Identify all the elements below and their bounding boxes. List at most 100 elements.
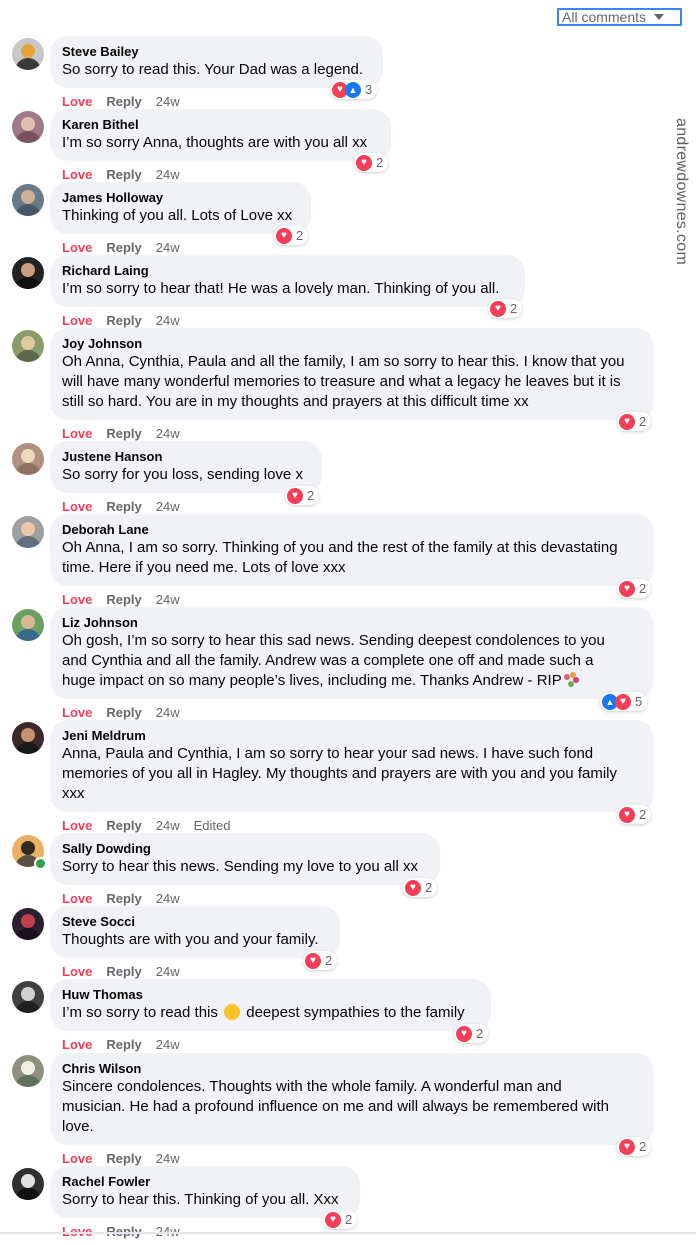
reaction-summary[interactable]: ♥ 2 bbox=[617, 412, 652, 431]
reaction-summary[interactable]: ♥ ▲ 3 bbox=[330, 80, 378, 99]
reaction-summary[interactable]: ♥ 2 bbox=[454, 1024, 489, 1043]
reaction-summary[interactable]: ♥ 2 bbox=[323, 1210, 358, 1229]
love-button[interactable]: Love bbox=[62, 313, 92, 328]
comment-actions: Love Reply 24w bbox=[62, 313, 194, 328]
timestamp[interactable]: 24w bbox=[156, 705, 180, 720]
avatar[interactable] bbox=[12, 722, 44, 754]
reply-button[interactable]: Reply bbox=[106, 1037, 141, 1052]
avatar[interactable] bbox=[12, 330, 44, 362]
timestamp[interactable]: 24w bbox=[156, 240, 180, 255]
love-button[interactable]: Love bbox=[62, 240, 92, 255]
comment-text-line: and Cynthia and all the family. Andrew w… bbox=[62, 652, 594, 669]
love-reaction-icon: ♥ bbox=[276, 227, 292, 244]
reply-button[interactable]: Reply bbox=[106, 964, 141, 979]
reply-button[interactable]: Reply bbox=[106, 313, 141, 328]
commenter-name[interactable]: James Holloway bbox=[62, 189, 299, 206]
love-button[interactable]: Love bbox=[62, 705, 92, 720]
reaction-summary[interactable]: ▲ ♥ 5 bbox=[600, 692, 648, 711]
timestamp[interactable]: 24w bbox=[156, 818, 180, 833]
avatar[interactable] bbox=[12, 257, 44, 289]
reaction-count: 2 bbox=[425, 880, 433, 895]
avatar-head bbox=[21, 449, 35, 463]
reaction-summary[interactable]: ♥ 2 bbox=[403, 878, 438, 897]
love-reaction-icon: ♥ bbox=[619, 413, 635, 430]
avatar[interactable] bbox=[12, 516, 44, 548]
comment: Sally Dowding Sorry to hear this news. Se… bbox=[0, 833, 660, 913]
reply-button[interactable]: Reply bbox=[106, 891, 141, 906]
timestamp[interactable]: 24w bbox=[156, 1151, 180, 1166]
commenter-name[interactable]: Deborah Lane bbox=[62, 521, 642, 538]
love-button[interactable]: Love bbox=[62, 426, 92, 441]
reaction-summary[interactable]: ♥ 2 bbox=[354, 153, 389, 172]
commenter-name[interactable]: Huw Thomas bbox=[62, 986, 479, 1003]
reply-button[interactable]: Reply bbox=[106, 705, 141, 720]
avatar[interactable] bbox=[12, 111, 44, 143]
comment-text-line: I’m so sorry to hear that! He was a love… bbox=[62, 280, 500, 297]
love-button[interactable]: Love bbox=[62, 891, 92, 906]
timestamp[interactable]: 24w bbox=[156, 167, 180, 182]
timestamp[interactable]: 24w bbox=[156, 1037, 180, 1052]
all-comments-filter[interactable]: All comments bbox=[557, 8, 682, 26]
avatar[interactable] bbox=[12, 443, 44, 475]
comment-actions: Love Reply 24w bbox=[62, 1037, 194, 1052]
reply-button[interactable]: Reply bbox=[106, 592, 141, 607]
avatar[interactable] bbox=[12, 1055, 44, 1087]
reaction-count: 2 bbox=[510, 301, 518, 316]
timestamp[interactable]: 24w bbox=[156, 94, 180, 109]
love-reaction-icon: ♥ bbox=[305, 952, 321, 969]
avatar[interactable] bbox=[12, 1168, 44, 1200]
love-button[interactable]: Love bbox=[62, 499, 92, 514]
love-button[interactable]: Love bbox=[62, 818, 92, 833]
commenter-name[interactable]: Joy Johnson bbox=[62, 335, 642, 352]
avatar[interactable] bbox=[12, 38, 44, 70]
timestamp[interactable]: 24w bbox=[156, 426, 180, 441]
love-button[interactable]: Love bbox=[62, 1151, 92, 1166]
comment-text-line: will have many wonderful memories to tre… bbox=[62, 373, 621, 390]
timestamp[interactable]: 24w bbox=[156, 964, 180, 979]
reply-button[interactable]: Reply bbox=[106, 499, 141, 514]
avatar[interactable] bbox=[12, 609, 44, 641]
commenter-name[interactable]: Steve Bailey bbox=[62, 43, 371, 60]
timestamp[interactable]: 24w bbox=[156, 313, 180, 328]
reaction-summary[interactable]: ♥ 2 bbox=[617, 805, 652, 824]
reaction-count: 2 bbox=[639, 581, 647, 596]
comment: Rachel Fowler Sorry to hear this. Thinkin… bbox=[0, 1166, 660, 1246]
love-button[interactable]: Love bbox=[62, 1037, 92, 1052]
commenter-name[interactable]: Steve Socci bbox=[62, 913, 328, 930]
divider bbox=[0, 1232, 696, 1234]
reaction-summary[interactable]: ♥ 2 bbox=[488, 299, 523, 318]
reaction-summary[interactable]: ♥ 2 bbox=[285, 486, 320, 505]
love-reaction-icon: ♥ bbox=[405, 879, 421, 896]
reply-button[interactable]: Reply bbox=[106, 240, 141, 255]
reaction-summary[interactable]: ♥ 2 bbox=[303, 951, 338, 970]
commenter-name[interactable]: Rachel Fowler bbox=[62, 1173, 348, 1190]
comment-text-after: deepest sympathies to the family bbox=[246, 1004, 465, 1021]
love-button[interactable]: Love bbox=[62, 94, 92, 109]
reply-button[interactable]: Reply bbox=[106, 818, 141, 833]
love-button[interactable]: Love bbox=[62, 592, 92, 607]
reply-button[interactable]: Reply bbox=[106, 1151, 141, 1166]
avatar[interactable] bbox=[12, 908, 44, 940]
comment-text-line: Thinking of you all. Lots of Love xx bbox=[62, 207, 293, 224]
timestamp[interactable]: 24w bbox=[156, 499, 180, 514]
reply-button[interactable]: Reply bbox=[106, 426, 141, 441]
comment: Liz Johnson Oh gosh, I’m so sorry to hear… bbox=[0, 607, 660, 720]
reaction-summary[interactable]: ♥ 2 bbox=[617, 579, 652, 598]
reaction-summary[interactable]: ♥ 2 bbox=[274, 226, 309, 245]
avatar[interactable] bbox=[12, 981, 44, 1013]
commenter-name[interactable]: Liz Johnson bbox=[62, 614, 642, 631]
commenter-name[interactable]: Jeni Meldrum bbox=[62, 727, 642, 744]
timestamp[interactable]: 24w bbox=[156, 592, 180, 607]
reaction-summary[interactable]: ♥ 2 bbox=[617, 1137, 652, 1156]
timestamp[interactable]: 24w bbox=[156, 891, 180, 906]
reply-button[interactable]: Reply bbox=[106, 167, 141, 182]
commenter-name[interactable]: Karen Bithel bbox=[62, 116, 379, 133]
reply-button[interactable]: Reply bbox=[106, 94, 141, 109]
avatar[interactable] bbox=[12, 184, 44, 216]
commenter-name[interactable]: Richard Laing bbox=[62, 262, 513, 279]
love-button[interactable]: Love bbox=[62, 167, 92, 182]
commenter-name[interactable]: Chris Wilson bbox=[62, 1060, 642, 1077]
commenter-name[interactable]: Sally Dowding bbox=[62, 840, 428, 857]
commenter-name[interactable]: Justene Hanson bbox=[62, 448, 310, 465]
love-button[interactable]: Love bbox=[62, 964, 92, 979]
